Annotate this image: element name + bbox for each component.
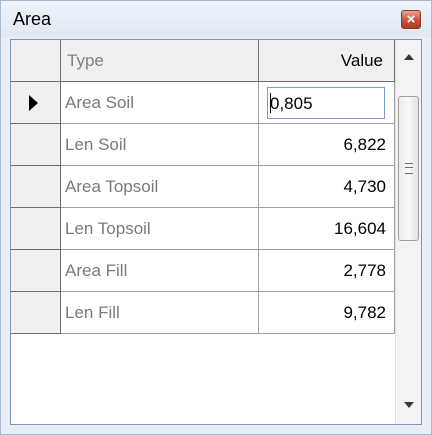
type-cell[interactable]: Len Fill xyxy=(61,292,259,334)
scroll-down-arrow-icon[interactable] xyxy=(404,402,414,408)
close-button[interactable]: × xyxy=(401,10,421,29)
type-cell[interactable]: Len Soil xyxy=(61,124,259,166)
table-row[interactable]: Area Soil 0,805 xyxy=(11,82,395,124)
column-header-value[interactable]: Value xyxy=(259,40,395,82)
table-row[interactable]: Len Soil 6,822 xyxy=(11,124,395,166)
value-cell[interactable]: 9,782 xyxy=(259,292,395,334)
value-cell[interactable]: 6,822 xyxy=(259,124,395,166)
table-row[interactable]: Len Topsoil 16,604 xyxy=(11,208,395,250)
type-cell[interactable]: Area Soil xyxy=(61,82,259,124)
type-cell-text: Area Fill xyxy=(65,261,128,280)
row-selector[interactable] xyxy=(11,250,61,292)
row-selector[interactable] xyxy=(11,208,61,250)
data-grid: Type Value Area Soil 0,805 Len Soil 6,82… xyxy=(11,40,395,424)
property-grid: Type Value Area Soil 0,805 Len Soil 6,82… xyxy=(10,39,422,425)
type-cell-text: Area Topsoil xyxy=(65,177,159,196)
value-cell[interactable]: 4,730 xyxy=(259,166,395,208)
text-caret xyxy=(270,93,271,113)
value-cell-text: 2,778 xyxy=(343,261,386,280)
vertical-scrollbar[interactable] xyxy=(395,40,421,424)
type-cell-text: Len Topsoil xyxy=(65,219,151,238)
value-edit-text: 0,805 xyxy=(270,94,313,113)
value-cell-text: 6,822 xyxy=(343,135,386,154)
row-indicator-arrow-icon xyxy=(29,95,38,111)
column-header-value-label: Value xyxy=(340,51,383,70)
close-icon: × xyxy=(406,11,416,28)
value-edit-field[interactable]: 0,805 xyxy=(267,87,385,119)
value-cell-text: 4,730 xyxy=(343,177,386,196)
type-cell-text: Len Fill xyxy=(65,303,120,322)
table-row[interactable]: Area Fill 2,778 xyxy=(11,250,395,292)
value-cell[interactable]: 0,805 xyxy=(259,82,395,124)
title-bar[interactable]: Area × xyxy=(1,1,431,37)
value-cell[interactable]: 16,604 xyxy=(259,208,395,250)
type-cell[interactable]: Area Topsoil xyxy=(61,166,259,208)
scrollbar-thumb[interactable] xyxy=(398,96,419,241)
scroll-up-arrow-icon[interactable] xyxy=(404,54,414,60)
select-all-corner[interactable] xyxy=(11,40,61,82)
type-cell[interactable]: Area Fill xyxy=(61,250,259,292)
grip-icon xyxy=(405,163,413,174)
column-header-type-label: Type xyxy=(67,51,104,70)
row-selector[interactable] xyxy=(11,292,61,334)
value-cell[interactable]: 2,778 xyxy=(259,250,395,292)
row-selector[interactable] xyxy=(11,166,61,208)
table-row[interactable]: Len Fill 9,782 xyxy=(11,292,395,334)
area-window: Area × Type Value Area Soil 0,805 Len So… xyxy=(0,0,432,435)
column-header-type[interactable]: Type xyxy=(61,40,259,82)
row-selector[interactable] xyxy=(11,124,61,166)
window-title: Area xyxy=(13,9,52,29)
grid-header-row: Type Value xyxy=(11,40,395,82)
type-cell[interactable]: Len Topsoil xyxy=(61,208,259,250)
type-cell-text: Area Soil xyxy=(65,93,134,112)
table-row[interactable]: Area Topsoil 4,730 xyxy=(11,166,395,208)
value-cell-text: 9,782 xyxy=(343,303,386,322)
value-cell-text: 16,604 xyxy=(334,219,386,238)
row-selector[interactable] xyxy=(11,82,61,124)
type-cell-text: Len Soil xyxy=(65,135,127,154)
